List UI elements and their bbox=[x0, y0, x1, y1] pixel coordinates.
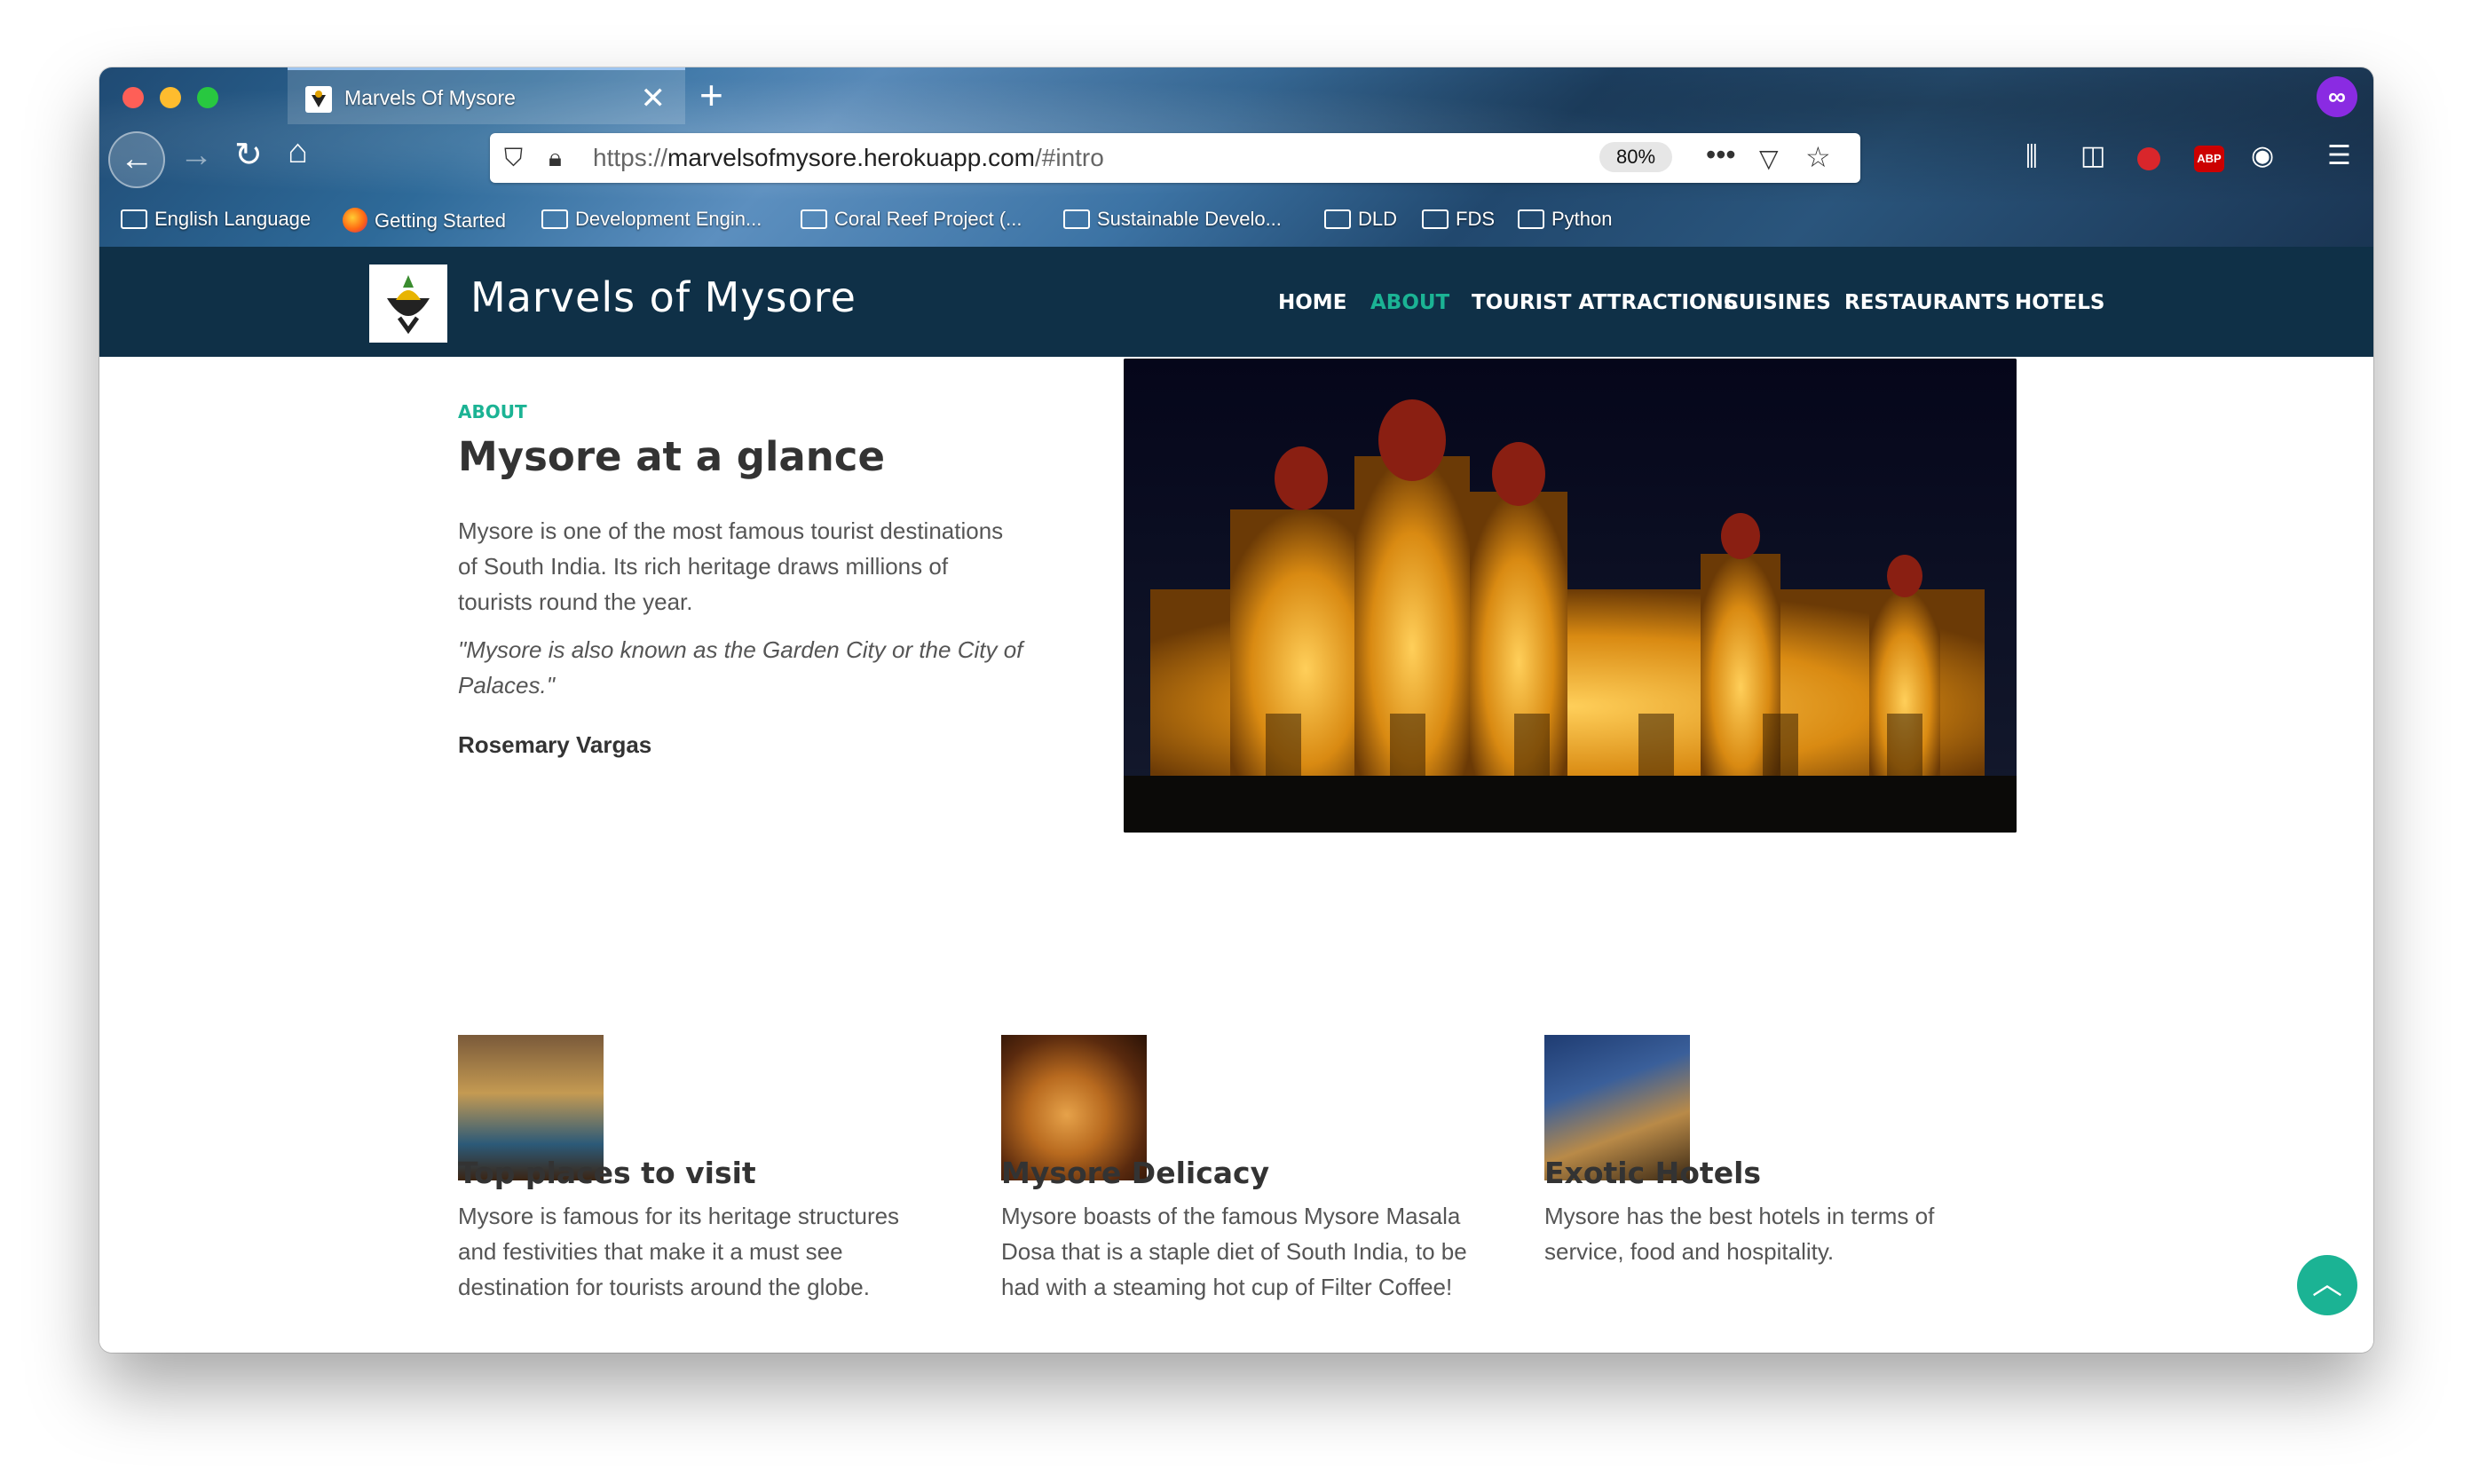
bookmark-development-engin[interactable]: Development Engin... bbox=[541, 208, 762, 231]
tab-title: Marvels Of Mysore bbox=[344, 86, 516, 109]
bookmarks-toolbar: English Language Getting Started Develop… bbox=[99, 195, 2373, 247]
about-text: Mysore is one of the most famous tourist… bbox=[458, 517, 1004, 615]
back-to-top-button[interactable]: ︿ bbox=[2297, 1255, 2357, 1315]
palace-image bbox=[1124, 359, 2017, 833]
nav-about[interactable]: ABOUT bbox=[1370, 291, 1449, 314]
tab-bar: Marvels Of Mysore ✕ + ∞ bbox=[99, 67, 2373, 124]
card-text: Mysore boasts of the famous Mysore Masal… bbox=[1001, 1203, 1467, 1300]
nav-cuisines[interactable]: CUISINES bbox=[1724, 291, 1831, 314]
adblock-icon[interactable]: ABP bbox=[2194, 146, 2224, 172]
address-bar[interactable]: ⛉ 🔒︎ https://marvelsofmysore.herokuapp.c… bbox=[490, 133, 1860, 183]
folder-icon bbox=[801, 209, 827, 229]
lock-icon[interactable]: 🔒︎ bbox=[549, 144, 562, 173]
url-path: /#intro bbox=[1035, 144, 1104, 171]
bookmark-label: Sustainable Develo... bbox=[1097, 208, 1282, 230]
bookmark-python[interactable]: Python bbox=[1518, 208, 1613, 231]
nav-toolbar: ← → ↻ ⌂ ⛉ 🔒︎ https://marvelsofmysore.her… bbox=[99, 124, 2373, 195]
bookmark-english-language[interactable]: English Language bbox=[121, 208, 311, 231]
site-logo[interactable] bbox=[369, 264, 447, 343]
site-header: Marvels of Mysore HOME ABOUT TOURIST ATT… bbox=[99, 247, 2373, 357]
home-button[interactable]: ⌂ bbox=[288, 133, 308, 171]
site-favicon-icon bbox=[305, 86, 332, 113]
app-menu-icon[interactable]: ☰ bbox=[2327, 140, 2351, 171]
record-extension-icon[interactable] bbox=[2137, 147, 2160, 170]
nav-tourist-attractions[interactable]: TOURIST ATTRACTIONS bbox=[1472, 291, 1738, 314]
nav-home[interactable]: HOME bbox=[1278, 291, 1346, 314]
forward-button[interactable]: → bbox=[179, 137, 213, 175]
zoom-window-button[interactable] bbox=[197, 87, 218, 108]
bookmark-getting-started[interactable]: Getting Started bbox=[343, 208, 506, 233]
about-quote: "Mysore is also known as the Garden City… bbox=[458, 636, 1023, 699]
folder-icon bbox=[1063, 209, 1090, 229]
zoom-level-button[interactable]: 80% bbox=[1599, 142, 1672, 172]
site-brand[interactable]: Marvels of Mysore bbox=[470, 273, 857, 321]
folder-icon bbox=[1518, 209, 1544, 229]
reload-button[interactable]: ↻ bbox=[234, 135, 263, 175]
bookmark-label: Development Engin... bbox=[575, 208, 762, 230]
section-kicker: ABOUT bbox=[458, 401, 527, 422]
card-title: Mysore Delicacy bbox=[1001, 1156, 1270, 1190]
bookmark-star-icon[interactable]: ☆ bbox=[1805, 140, 1831, 174]
close-window-button[interactable] bbox=[122, 87, 144, 108]
new-tab-button[interactable]: + bbox=[699, 71, 723, 119]
folder-icon bbox=[1324, 209, 1351, 229]
minimize-window-button[interactable] bbox=[160, 87, 181, 108]
logo-emblem-icon bbox=[387, 275, 430, 335]
more-actions-icon[interactable]: ••• bbox=[1706, 138, 1736, 171]
folder-icon bbox=[121, 209, 147, 229]
bookmark-dld[interactable]: DLD bbox=[1324, 208, 1397, 231]
quote-author: Rosemary Vargas bbox=[458, 731, 652, 758]
bookmark-fds[interactable]: FDS bbox=[1422, 208, 1495, 231]
bookmark-label: Coral Reef Project (... bbox=[834, 208, 1022, 230]
url-host: marvelsofmysore.herokuapp.com bbox=[667, 144, 1035, 171]
folder-icon bbox=[541, 209, 568, 229]
browser-tab[interactable]: Marvels Of Mysore ✕ bbox=[288, 67, 685, 124]
nav-restaurants[interactable]: RESTAURANTS bbox=[1844, 291, 2010, 314]
section-title: Mysore at a glance bbox=[458, 433, 886, 480]
browser-chrome: Marvels Of Mysore ✕ + ∞ ← → ↻ ⌂ ⛉ 🔒︎ htt… bbox=[99, 67, 2373, 247]
pocket-icon[interactable]: ▽ bbox=[1759, 144, 1779, 173]
card-title: Exotic Hotels bbox=[1544, 1156, 1762, 1190]
card-text: Mysore has the best hotels in terms of s… bbox=[1544, 1203, 1935, 1265]
back-button[interactable]: ← bbox=[108, 131, 165, 188]
firefox-icon bbox=[343, 208, 367, 233]
account-icon[interactable]: ◉ bbox=[2251, 140, 2274, 171]
about-section: ABOUT Mysore at a glance Mysore is one o… bbox=[99, 357, 2373, 1353]
url-scheme: https:// bbox=[593, 144, 668, 171]
private-browsing-icon[interactable]: ∞ bbox=[2317, 76, 2357, 117]
sidebar-icon[interactable]: ◫ bbox=[2080, 140, 2105, 171]
card-text: Mysore is famous for its heritage struct… bbox=[458, 1203, 900, 1300]
bookmark-coral-reef-project[interactable]: Coral Reef Project (... bbox=[801, 208, 1022, 231]
card-title: Top places to visit bbox=[458, 1156, 756, 1190]
bookmark-label: FDS bbox=[1456, 208, 1495, 230]
browser-window: Marvels Of Mysore ✕ + ∞ ← → ↻ ⌂ ⛉ 🔒︎ htt… bbox=[99, 67, 2373, 1353]
nav-hotels[interactable]: HOTELS bbox=[2015, 291, 2104, 314]
bookmark-label: Python bbox=[1551, 208, 1613, 230]
library-icon[interactable]: ⫼ bbox=[2025, 142, 2038, 172]
bookmark-label: English Language bbox=[154, 208, 312, 230]
close-tab-icon[interactable]: ✕ bbox=[641, 81, 667, 116]
shield-icon[interactable]: ⛉ bbox=[504, 144, 523, 173]
folder-icon bbox=[1422, 209, 1449, 229]
url-text[interactable]: https://marvelsofmysore.herokuapp.com/#i… bbox=[593, 144, 1104, 172]
bookmark-label: Getting Started bbox=[375, 209, 506, 232]
bookmark-label: DLD bbox=[1358, 208, 1398, 230]
bookmark-sustainable-develo[interactable]: Sustainable Develo... bbox=[1063, 208, 1282, 231]
